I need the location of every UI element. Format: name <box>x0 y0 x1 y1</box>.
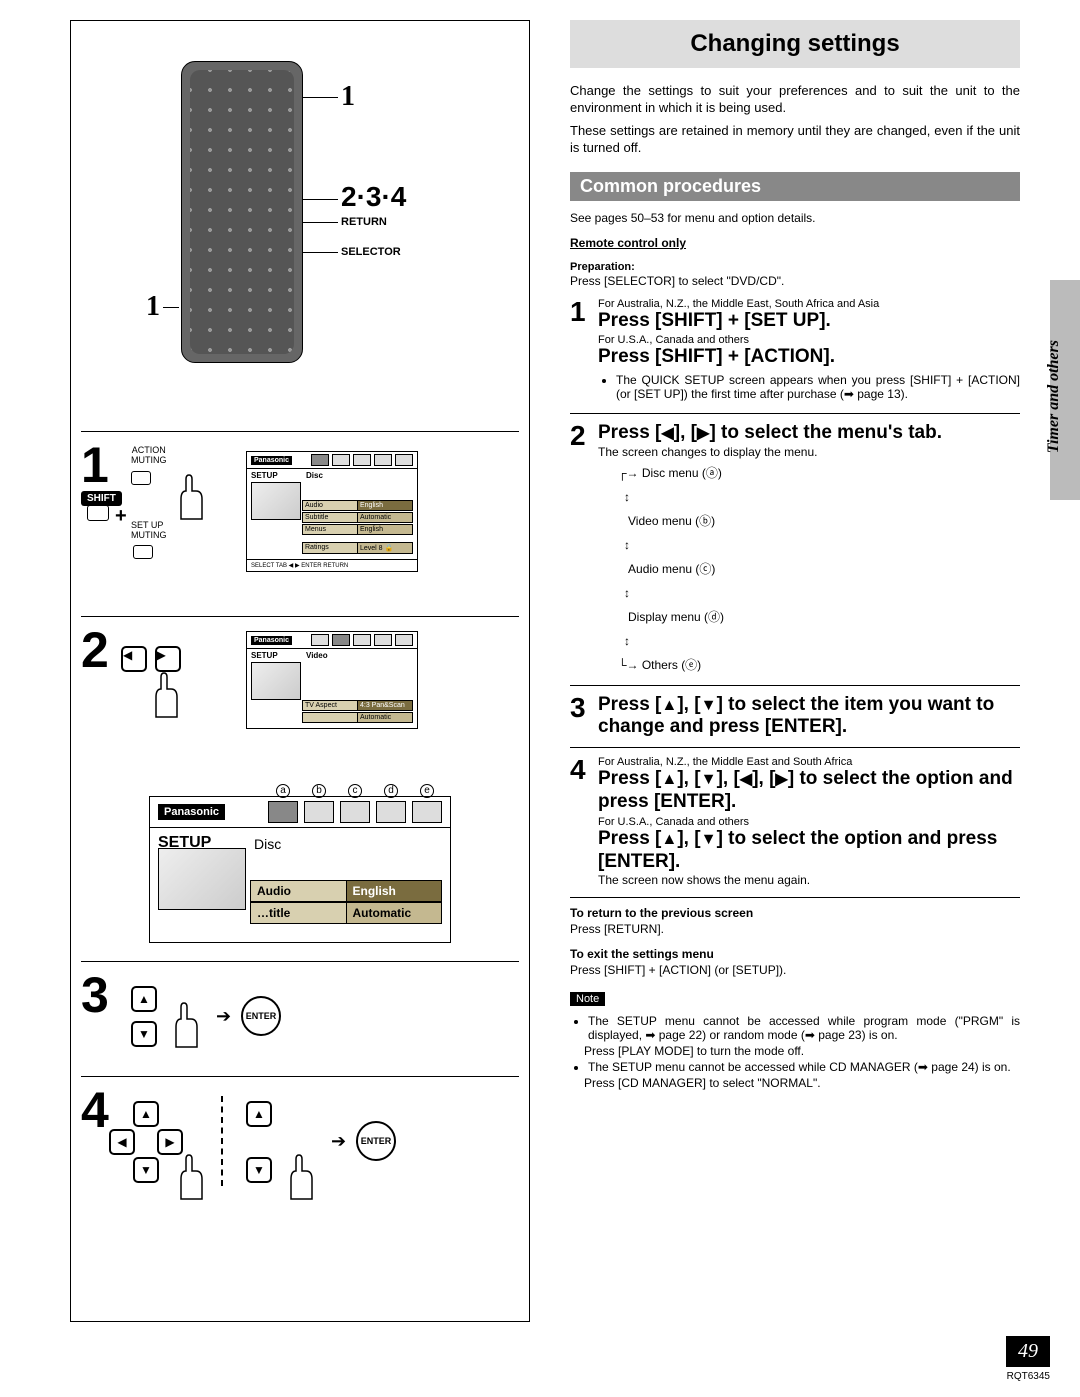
screen-disc-setup: Panasonic SETUP Disc AudioEnglish Subtit… <box>246 451 418 572</box>
hand-icon <box>161 999 211 1049</box>
hand-icon <box>276 1151 326 1201</box>
action-muting-label: ACTIONMUTING <box>131 446 167 466</box>
screen-video-setup: Panasonic SETUP Video TV Aspect4:3 Pan&S… <box>246 631 418 729</box>
step-diagram-2: 2 <box>81 621 109 679</box>
instructions-column: Changing settings Change the settings to… <box>540 0 1080 1397</box>
enter-button: ENTER <box>356 1121 396 1161</box>
tab-d: d <box>376 801 406 823</box>
up-arrow-button: ▲ <box>131 986 157 1012</box>
diagram-box: 1 2·3·4 RETURN SELECTOR 1 1 ACTIONMUTING… <box>70 20 530 1322</box>
note-label: Note <box>570 992 605 1006</box>
tab-b: b <box>304 801 334 823</box>
hand-icon <box>166 471 216 521</box>
down-arrow-button: ▼ <box>246 1157 272 1183</box>
remote-control-illustration <box>181 61 303 363</box>
step-diagram-3: 3 <box>81 966 109 1024</box>
up-arrow-button: ▲ <box>246 1101 272 1127</box>
step-2: 2 Press [◀], [▶] to select the menu's ta… <box>570 422 1020 676</box>
section-title: Changing settings <box>570 20 1020 68</box>
step-1: 1 For Australia, N.Z., the Middle East, … <box>570 298 1020 406</box>
left-arrow-button: ◀ <box>109 1129 135 1155</box>
callout-234: 2·3·4 <box>341 181 406 213</box>
sub-heading: Common procedures <box>570 172 1020 201</box>
document-id: RQT6345 <box>1007 1371 1050 1382</box>
enter-button: ENTER <box>241 996 281 1036</box>
tab-c: c <box>340 801 370 823</box>
shift-key: SHIFT <box>81 489 122 506</box>
side-tab-label: Timer and others <box>1045 340 1063 453</box>
hand-icon <box>166 1151 216 1201</box>
setup-muting-label: SET UPMUTING <box>131 521 167 541</box>
plus-sign: + <box>115 505 127 528</box>
page-number: 49 <box>1006 1336 1050 1367</box>
step-4: 4 For Australia, N.Z., the Middle East a… <box>570 756 1020 889</box>
arrow-right-icon: ➔ <box>216 1006 231 1027</box>
tab-e: e <box>412 801 442 823</box>
step-3: 3 Press [▲], [▼] to select the item you … <box>570 694 1020 740</box>
hand-icon <box>141 669 191 719</box>
up-arrow-button: ▲ <box>133 1101 159 1127</box>
screen-disc-setup-large: Panasonic a b c d e SETUP Disc <box>149 796 451 943</box>
down-arrow-button: ▼ <box>133 1157 159 1183</box>
step-diagram-1: 1 <box>81 436 109 494</box>
menu-tree: ┌→ Disc menu (ⓐ) ↕ Video menu (ⓑ) ↕ Audi… <box>618 461 1020 677</box>
down-arrow-button: ▼ <box>131 1021 157 1047</box>
step-diagram-4: 4 <box>81 1081 109 1139</box>
callout-1-shift: 1 <box>146 291 160 323</box>
left-diagram-column: 1 2·3·4 RETURN SELECTOR 1 1 ACTIONMUTING… <box>0 0 540 1397</box>
callout-1-action: 1 <box>341 81 355 113</box>
notes-list: The SETUP menu cannot be accessed while … <box>570 1014 1020 1090</box>
label-selector: SELECTOR <box>341 246 401 258</box>
arrow-right-icon: ➔ <box>331 1131 346 1152</box>
tab-a: a <box>268 801 298 823</box>
label-return: RETURN <box>341 216 387 228</box>
